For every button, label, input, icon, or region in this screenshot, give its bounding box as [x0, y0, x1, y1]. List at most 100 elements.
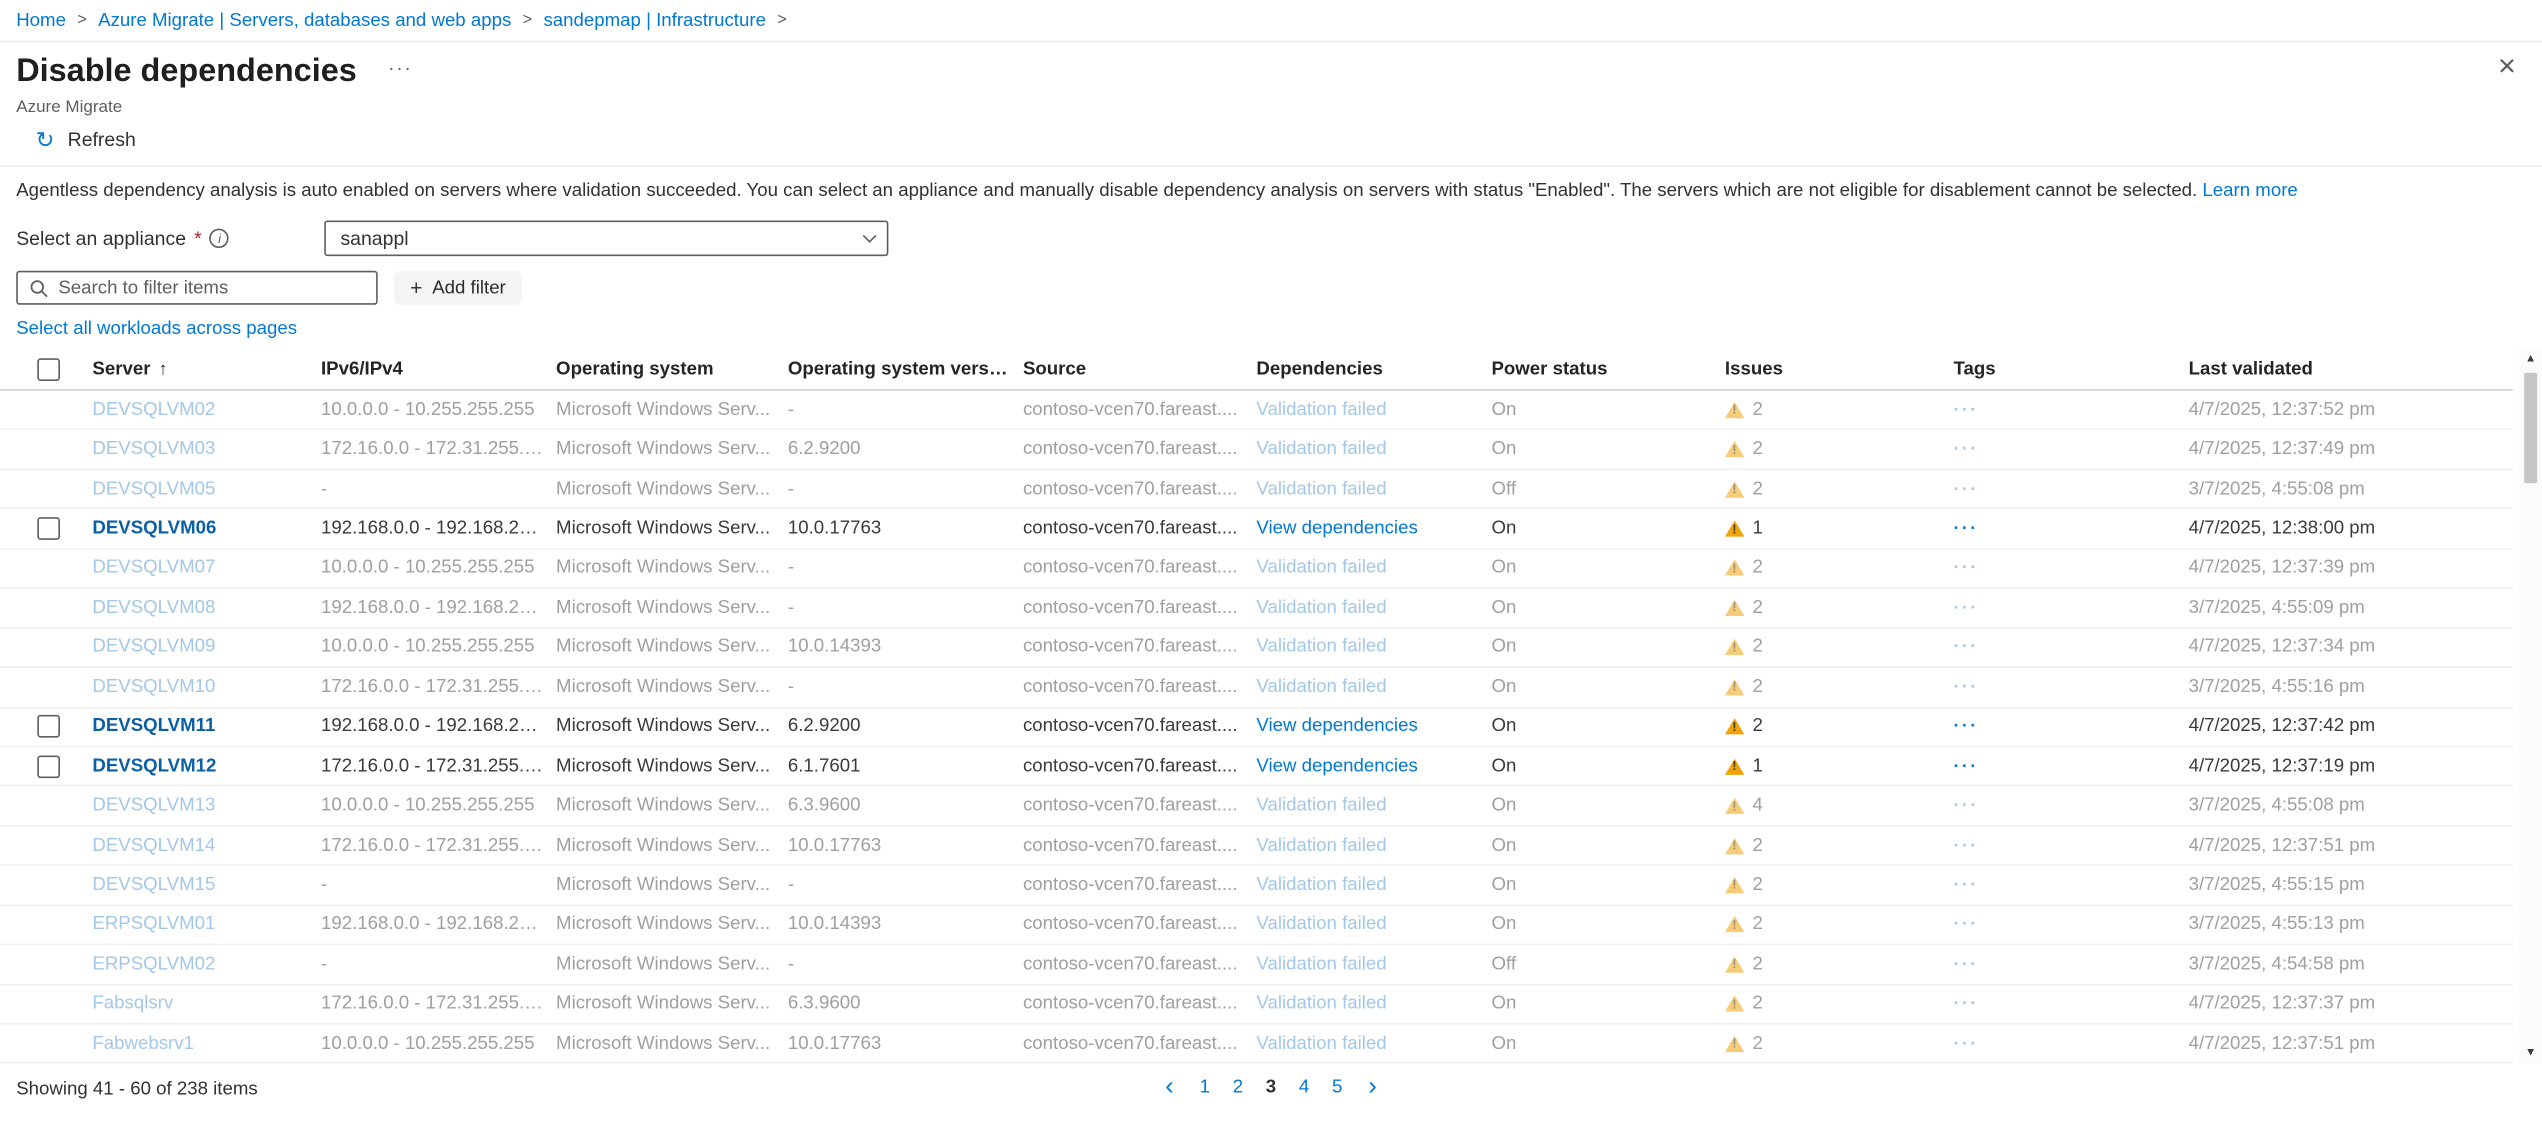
server-link[interactable]: DEVSQLVM14 — [92, 836, 215, 855]
server-link[interactable]: DEVSQLVM07 — [92, 558, 215, 577]
table-row[interactable]: DEVSQLVM03172.16.0.0 - 172.31.255.255Mic… — [0, 430, 2513, 470]
table-row[interactable]: DEVSQLVM15-Microsoft Windows Serv...-con… — [0, 866, 2513, 906]
next-page-icon[interactable]: › — [1360, 1076, 1385, 1102]
server-link[interactable]: DEVSQLVM13 — [92, 796, 215, 815]
dependencies-link[interactable]: Validation failed — [1256, 915, 1386, 934]
vertical-scrollbar[interactable]: ▲ ▼ — [2519, 349, 2542, 1065]
dependencies-link[interactable]: Validation failed — [1256, 440, 1386, 459]
tags-ellipsis-icon[interactable]: ··· — [1954, 955, 1979, 974]
server-link[interactable]: DEVSQLVM05 — [92, 479, 215, 498]
select-all-workloads-link[interactable]: Select all workloads across pages — [16, 319, 297, 338]
table-row[interactable]: Fabwebsrv110.0.0.0 - 10.255.255.255Micro… — [0, 1025, 2513, 1065]
breadcrumb-home[interactable]: Home — [16, 11, 66, 30]
table-row[interactable]: ERPSQLVM02-Microsoft Windows Serv...-con… — [0, 945, 2513, 985]
issues-count[interactable]: 2 — [1752, 955, 1762, 974]
learn-more-link[interactable]: Learn more — [2202, 182, 2297, 201]
issues-count[interactable]: 2 — [1752, 677, 1762, 696]
select-all-checkbox[interactable] — [37, 357, 60, 380]
server-link[interactable]: DEVSQLVM11 — [92, 717, 215, 736]
issues-count[interactable]: 2 — [1752, 875, 1762, 894]
server-link[interactable]: DEVSQLVM08 — [92, 598, 215, 617]
table-row[interactable]: DEVSQLVM06192.168.0.0 - 192.168.255.255M… — [0, 510, 2513, 550]
tags-ellipsis-icon[interactable]: ··· — [1954, 994, 1979, 1013]
dependencies-link[interactable]: Validation failed — [1256, 796, 1386, 815]
table-row[interactable]: DEVSQLVM12172.16.0.0 - 172.31.255.255Mic… — [0, 747, 2513, 787]
issues-count[interactable]: 2 — [1752, 638, 1762, 657]
page-4-button[interactable]: 4 — [1294, 1079, 1314, 1098]
close-icon[interactable]: × — [2498, 50, 2516, 86]
dependencies-link[interactable]: View dependencies — [1256, 519, 1417, 538]
scroll-down-icon[interactable]: ▼ — [2525, 1043, 2536, 1064]
table-row[interactable]: DEVSQLVM05-Microsoft Windows Serv...-con… — [0, 470, 2513, 510]
issues-count[interactable]: 2 — [1752, 558, 1762, 577]
dependencies-link[interactable]: Validation failed — [1256, 479, 1386, 498]
scrollbar-thumb[interactable] — [2524, 373, 2537, 483]
column-source[interactable]: Source — [1023, 359, 1256, 378]
column-server[interactable]: Server↑ — [92, 359, 321, 378]
column-issues[interactable]: Issues — [1725, 359, 1954, 378]
column-power-status[interactable]: Power status — [1491, 359, 1724, 378]
server-link[interactable]: Fabwebsrv1 — [92, 1034, 194, 1053]
dependencies-link[interactable]: Validation failed — [1256, 836, 1386, 855]
server-link[interactable]: DEVSQLVM12 — [92, 757, 216, 776]
issues-count[interactable]: 2 — [1752, 717, 1762, 736]
dependencies-link[interactable]: Validation failed — [1256, 1034, 1386, 1053]
issues-count[interactable]: 2 — [1752, 598, 1762, 617]
server-link[interactable]: DEVSQLVM06 — [92, 519, 216, 538]
dependencies-link[interactable]: View dependencies — [1256, 757, 1417, 776]
column-ip[interactable]: IPv6/IPv4 — [321, 359, 556, 378]
breadcrumb-sandepmap[interactable]: sandepmap | Infrastructure — [543, 11, 765, 30]
dependencies-link[interactable]: Validation failed — [1256, 955, 1386, 974]
dependencies-link[interactable]: Validation failed — [1256, 558, 1386, 577]
scroll-up-icon[interactable]: ▲ — [2525, 349, 2536, 370]
issues-count[interactable]: 1 — [1752, 519, 1762, 538]
page-2-button[interactable]: 2 — [1228, 1079, 1248, 1098]
tags-ellipsis-icon[interactable]: ··· — [1954, 677, 1979, 696]
column-tags[interactable]: Tags — [1954, 359, 2189, 378]
search-input[interactable] — [58, 278, 364, 297]
server-link[interactable]: DEVSQLVM10 — [92, 677, 215, 696]
server-link[interactable]: ERPSQLVM02 — [92, 955, 215, 974]
dependencies-link[interactable]: Validation failed — [1256, 598, 1386, 617]
table-row[interactable]: DEVSQLVM08192.168.0.0 - 192.168.255.255M… — [0, 589, 2513, 629]
page-3-button[interactable]: 3 — [1261, 1079, 1281, 1098]
server-link[interactable]: DEVSQLVM09 — [92, 638, 215, 657]
tags-ellipsis-icon[interactable]: ··· — [1954, 638, 1979, 657]
table-row[interactable]: DEVSQLVM14172.16.0.0 - 172.31.255.255Mic… — [0, 826, 2513, 866]
issues-count[interactable]: 1 — [1752, 757, 1762, 776]
tags-ellipsis-icon[interactable]: ··· — [1954, 915, 1979, 934]
info-tooltip-icon[interactable]: i — [210, 229, 229, 248]
tags-ellipsis-icon[interactable]: ··· — [1954, 836, 1979, 855]
table-row[interactable]: DEVSQLVM10172.16.0.0 - 172.31.255.255Mic… — [0, 668, 2513, 708]
server-link[interactable]: DEVSQLVM15 — [92, 875, 215, 894]
tags-ellipsis-icon[interactable]: ··· — [1954, 400, 1979, 419]
dependencies-link[interactable]: Validation failed — [1256, 638, 1386, 657]
column-os-version[interactable]: Operating system version — [788, 359, 1023, 378]
row-checkbox[interactable] — [37, 517, 60, 540]
dependencies-link[interactable]: View dependencies — [1256, 717, 1417, 736]
row-checkbox[interactable] — [37, 715, 60, 738]
refresh-button[interactable]: Refresh — [68, 128, 136, 151]
table-row[interactable]: DEVSQLVM0910.0.0.0 - 10.255.255.255Micro… — [0, 628, 2513, 668]
server-link[interactable]: DEVSQLVM02 — [92, 400, 215, 419]
search-box[interactable] — [16, 271, 378, 305]
server-link[interactable]: DEVSQLVM03 — [92, 440, 215, 459]
issues-count[interactable]: 2 — [1752, 400, 1762, 419]
table-row[interactable]: DEVSQLVM0710.0.0.0 - 10.255.255.255Micro… — [0, 549, 2513, 589]
breadcrumb-azure-migrate[interactable]: Azure Migrate | Servers, databases and w… — [98, 11, 511, 30]
tags-ellipsis-icon[interactable]: ··· — [1954, 440, 1979, 459]
page-1-button[interactable]: 1 — [1195, 1079, 1215, 1098]
tags-ellipsis-icon[interactable]: ··· — [1954, 1034, 1979, 1053]
table-row[interactable]: DEVSQLVM0210.0.0.0 - 10.255.255.255Micro… — [0, 391, 2513, 431]
server-link[interactable]: ERPSQLVM01 — [92, 915, 215, 934]
issues-count[interactable]: 2 — [1752, 440, 1762, 459]
issues-count[interactable]: 2 — [1752, 836, 1762, 855]
table-row[interactable]: Fabsqlsrv172.16.0.0 - 172.31.255.255Micr… — [0, 985, 2513, 1025]
table-row[interactable]: DEVSQLVM11192.168.0.0 - 192.168.255.255M… — [0, 708, 2513, 748]
dependencies-link[interactable]: Validation failed — [1256, 677, 1386, 696]
page-5-button[interactable]: 5 — [1327, 1079, 1347, 1098]
dependencies-link[interactable]: Validation failed — [1256, 400, 1386, 419]
issues-count[interactable]: 4 — [1752, 796, 1762, 815]
previous-page-icon[interactable]: ‹ — [1157, 1076, 1182, 1102]
column-last-validated[interactable]: Last validated — [2189, 359, 2513, 378]
